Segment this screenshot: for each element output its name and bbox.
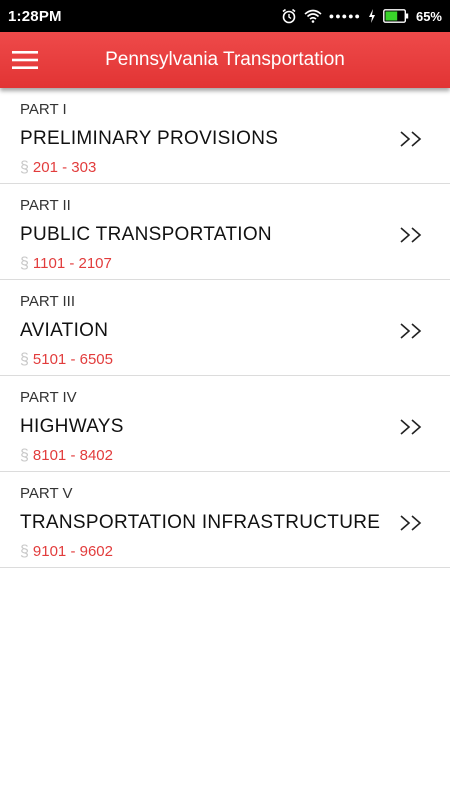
section-range: § 201 - 303 bbox=[20, 159, 96, 177]
status-bar: 1:28PM ●●●●● 65% bbox=[0, 0, 450, 32]
section-range: § 8101 - 8402 bbox=[20, 447, 113, 465]
part-label: PART III bbox=[20, 293, 76, 310]
section-range: § 5101 - 6505 bbox=[20, 351, 113, 369]
app-bar: Pennsylvania Transportation bbox=[0, 32, 450, 88]
alarm-icon bbox=[282, 8, 296, 24]
part-label: PART IV bbox=[20, 389, 77, 406]
double-chevron-right-icon bbox=[400, 419, 422, 440]
section-symbol: § bbox=[20, 447, 29, 464]
menu-button[interactable] bbox=[0, 32, 50, 88]
list-item-part-2[interactable]: PART II PUBLIC TRANSPORTATION § 1101 - 21… bbox=[0, 184, 450, 280]
part-title: TRANSPORTATION INFRASTRUCTURE bbox=[20, 512, 381, 533]
part-label: PART V bbox=[20, 485, 73, 502]
status-time: 1:28PM bbox=[8, 7, 62, 25]
double-chevron-right-icon bbox=[400, 515, 422, 536]
hamburger-menu-icon bbox=[12, 51, 38, 69]
part-label: PART I bbox=[20, 101, 67, 118]
part-title: PUBLIC TRANSPORTATION bbox=[20, 224, 272, 245]
section-range-text: 9101 - 9602 bbox=[32, 543, 113, 560]
section-symbol: § bbox=[20, 159, 29, 176]
parts-list: PART I PRELIMINARY PROVISIONS § 201 - 303… bbox=[0, 88, 450, 568]
list-item-part-5[interactable]: PART V TRANSPORTATION INFRASTRUCTURE § 91… bbox=[0, 472, 450, 568]
part-title: HIGHWAYS bbox=[20, 416, 124, 437]
battery-percent: 65% bbox=[415, 8, 442, 24]
list-item-part-1[interactable]: PART I PRELIMINARY PROVISIONS § 201 - 303 bbox=[0, 88, 450, 184]
section-range: § 9101 - 9602 bbox=[20, 543, 113, 561]
status-icons: ●●●●● 65% bbox=[281, 8, 442, 24]
section-range-text: 5101 - 6505 bbox=[32, 351, 113, 368]
double-chevron-right-icon bbox=[400, 131, 422, 152]
double-chevron-right-icon bbox=[400, 227, 422, 248]
section-range-text: 8101 - 8402 bbox=[32, 447, 113, 464]
section-range-text: 1101 - 2107 bbox=[32, 255, 112, 272]
part-title: AVIATION bbox=[20, 320, 109, 341]
section-range-text: 201 - 303 bbox=[32, 159, 97, 176]
part-label: PART II bbox=[20, 197, 71, 214]
part-title: PRELIMINARY PROVISIONS bbox=[20, 128, 279, 149]
section-symbol: § bbox=[20, 255, 29, 272]
section-symbol: § bbox=[20, 543, 29, 560]
battery-icon bbox=[383, 9, 409, 23]
double-chevron-right-icon bbox=[400, 323, 422, 344]
wifi-icon bbox=[304, 9, 322, 23]
section-range: § 1101 - 2107 bbox=[20, 255, 112, 273]
list-item-part-4[interactable]: PART IV HIGHWAYS § 8101 - 8402 bbox=[0, 376, 450, 472]
charging-icon bbox=[368, 9, 375, 23]
section-symbol: § bbox=[20, 351, 29, 368]
list-item-part-3[interactable]: PART III AVIATION § 5101 - 6505 bbox=[0, 280, 450, 376]
signal-icon: ●●●●● bbox=[328, 11, 361, 21]
app-title: Pennsylvania Transportation bbox=[105, 49, 345, 70]
